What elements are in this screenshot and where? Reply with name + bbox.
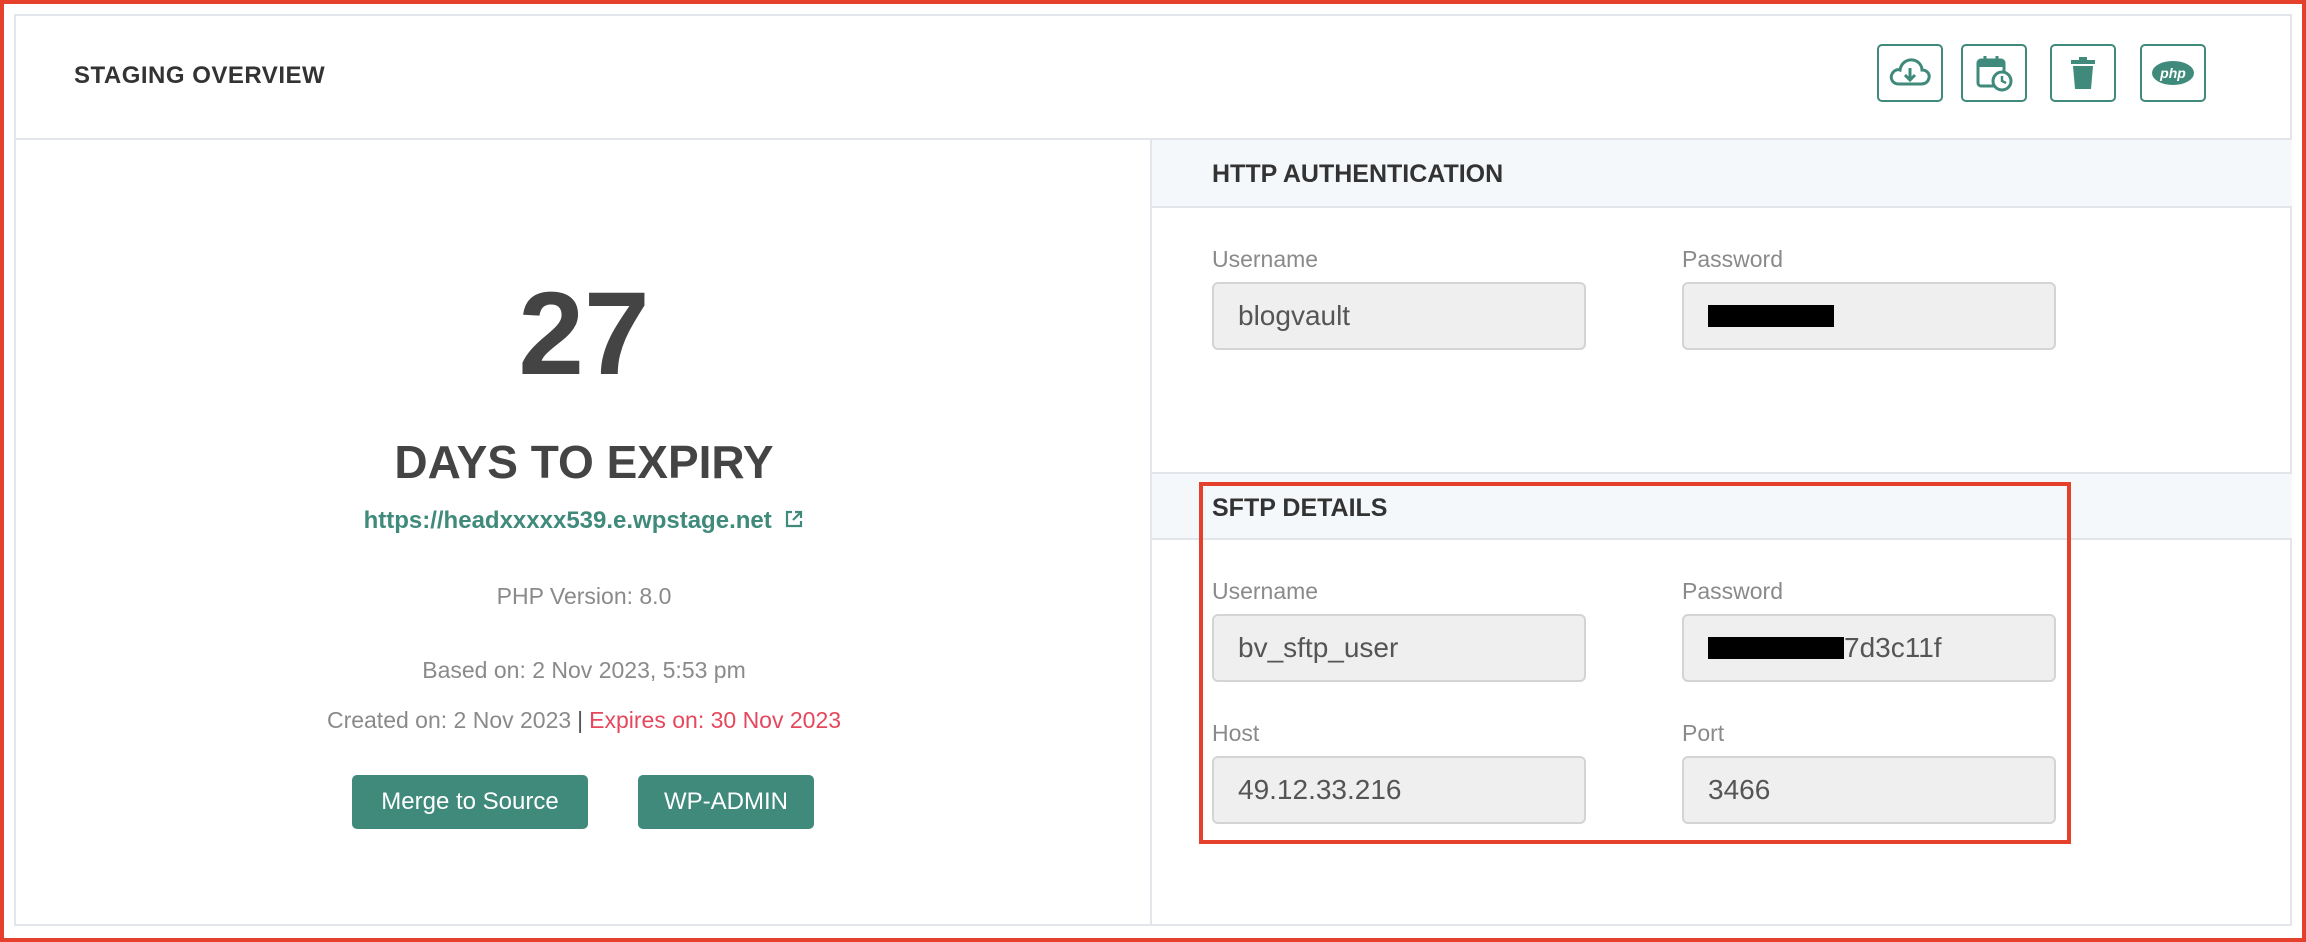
- sftp-port-label: Port: [1682, 720, 1725, 746]
- sftp-host-value: 49.12.33.216: [1238, 774, 1402, 805]
- staging-url-text[interactable]: https://headxxxxx539.e.wpstage.net: [364, 507, 772, 534]
- sftp-username-field[interactable]: bv_sftp_user: [1212, 614, 1586, 682]
- sftp-username-value: bv_sftp_user: [1238, 632, 1399, 663]
- sftp-header: SFTP DETAILS: [1152, 472, 2292, 540]
- http-auth-header: HTTP AUTHENTICATION: [1152, 140, 2292, 208]
- external-link-icon[interactable]: [784, 509, 804, 529]
- php-version-button[interactable]: php: [2140, 44, 2206, 102]
- trash-icon: [2071, 57, 2095, 89]
- sftp-title: SFTP DETAILS: [1212, 494, 1388, 522]
- days-label: DAYS TO EXPIRY: [394, 436, 774, 488]
- schedule-button[interactable]: [1961, 44, 2027, 102]
- http-username-value: blogvault: [1238, 300, 1351, 331]
- staging-url-link[interactable]: https://headxxxxx539.e.wpstage.net: [16, 507, 1152, 535]
- redacted-password: [1708, 305, 1834, 327]
- date-separator: |: [577, 707, 584, 733]
- days-count: 27: [518, 268, 650, 400]
- page-title: STAGING OVERVIEW: [74, 62, 326, 89]
- http-username-field[interactable]: blogvault: [1212, 282, 1586, 350]
- sftp-password-suffix: 7d3c11f: [1844, 632, 1942, 663]
- php-version: PHP Version: 8.0: [496, 583, 672, 609]
- http-password-field[interactable]: [1682, 282, 2056, 350]
- expires-on: Expires on: 30 Nov 2023: [589, 707, 842, 733]
- sftp-host-field[interactable]: 49.12.33.216: [1212, 756, 1586, 824]
- http-auth-title: HTTP AUTHENTICATION: [1212, 160, 1504, 188]
- created-on: Created on: 2 Nov 2023: [326, 707, 572, 733]
- svg-text:php: php: [2159, 65, 2186, 81]
- http-password-label: Password: [1682, 246, 1783, 272]
- sftp-username-label: Username: [1212, 578, 1319, 604]
- http-username-label: Username: [1212, 246, 1319, 272]
- download-backup-button[interactable]: [1877, 44, 1943, 102]
- based-on: Based on: 2 Nov 2023, 5:53 pm: [422, 657, 746, 683]
- sftp-password-field[interactable]: 7d3c11f: [1682, 614, 2056, 682]
- calendar-clock-icon: [1976, 56, 2013, 92]
- merge-to-source-button[interactable]: Merge to Source: [352, 775, 588, 829]
- cloud-download-icon: [1889, 58, 1931, 86]
- sftp-port-value: 3466: [1708, 774, 1771, 805]
- panel-header: STAGING OVERVIEW php: [16, 16, 2290, 140]
- php-icon: php: [2152, 61, 2194, 85]
- wp-admin-button[interactable]: WP-ADMIN: [638, 775, 814, 829]
- sftp-password-label: Password: [1682, 578, 1783, 604]
- staging-overview-panel: STAGING OVERVIEW php 27 DAYS TO EXPIRY h…: [14, 14, 2292, 926]
- sftp-host-label: Host: [1212, 720, 1260, 746]
- expiry-summary: 27 DAYS TO EXPIRY https://headxxxxx539.e…: [16, 140, 1152, 926]
- redacted-password: [1708, 637, 1844, 659]
- sftp-port-field[interactable]: 3466: [1682, 756, 2056, 824]
- delete-button[interactable]: [2050, 44, 2116, 102]
- dates-line: Created on: 2 Nov 2023 | Expires on: 30 No…: [16, 707, 1152, 734]
